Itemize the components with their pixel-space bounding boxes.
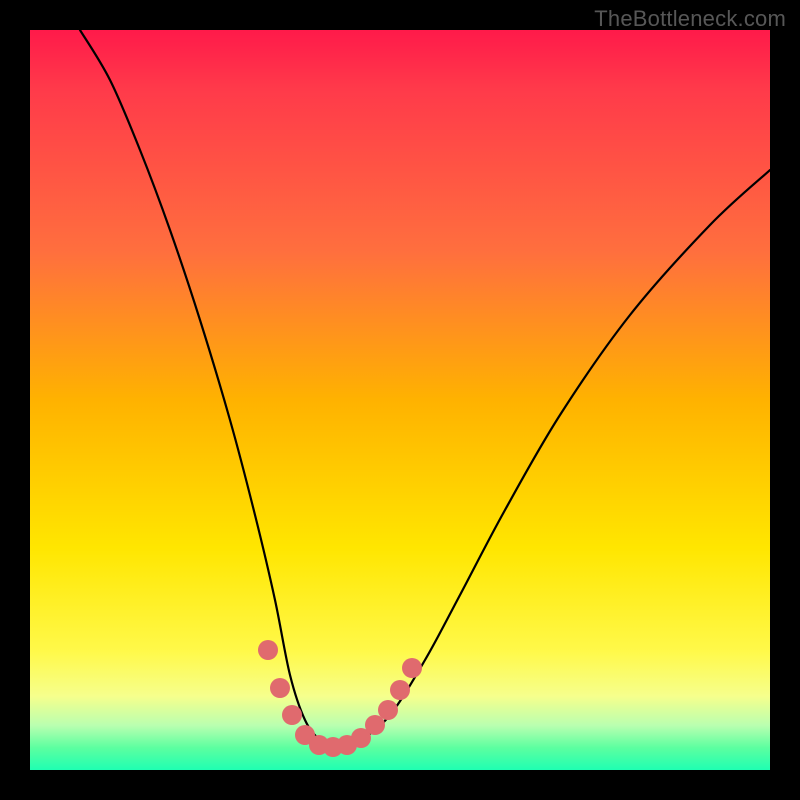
curve-marker bbox=[309, 735, 329, 755]
watermark-text: TheBottleneck.com bbox=[594, 6, 786, 32]
curve-marker bbox=[378, 700, 398, 720]
curve-marker bbox=[351, 728, 371, 748]
curve-marker bbox=[337, 735, 357, 755]
chart-frame: TheBottleneck.com bbox=[0, 0, 800, 800]
curve-marker bbox=[295, 725, 315, 745]
plot-area bbox=[30, 30, 770, 770]
curve-marker bbox=[270, 678, 290, 698]
curve-marker bbox=[258, 640, 278, 660]
curve-marker bbox=[323, 737, 343, 757]
curve-marker bbox=[402, 658, 422, 678]
curve-marker bbox=[365, 715, 385, 735]
bottleneck-curve bbox=[30, 30, 770, 770]
curve-marker bbox=[282, 705, 302, 725]
curve-marker bbox=[390, 680, 410, 700]
